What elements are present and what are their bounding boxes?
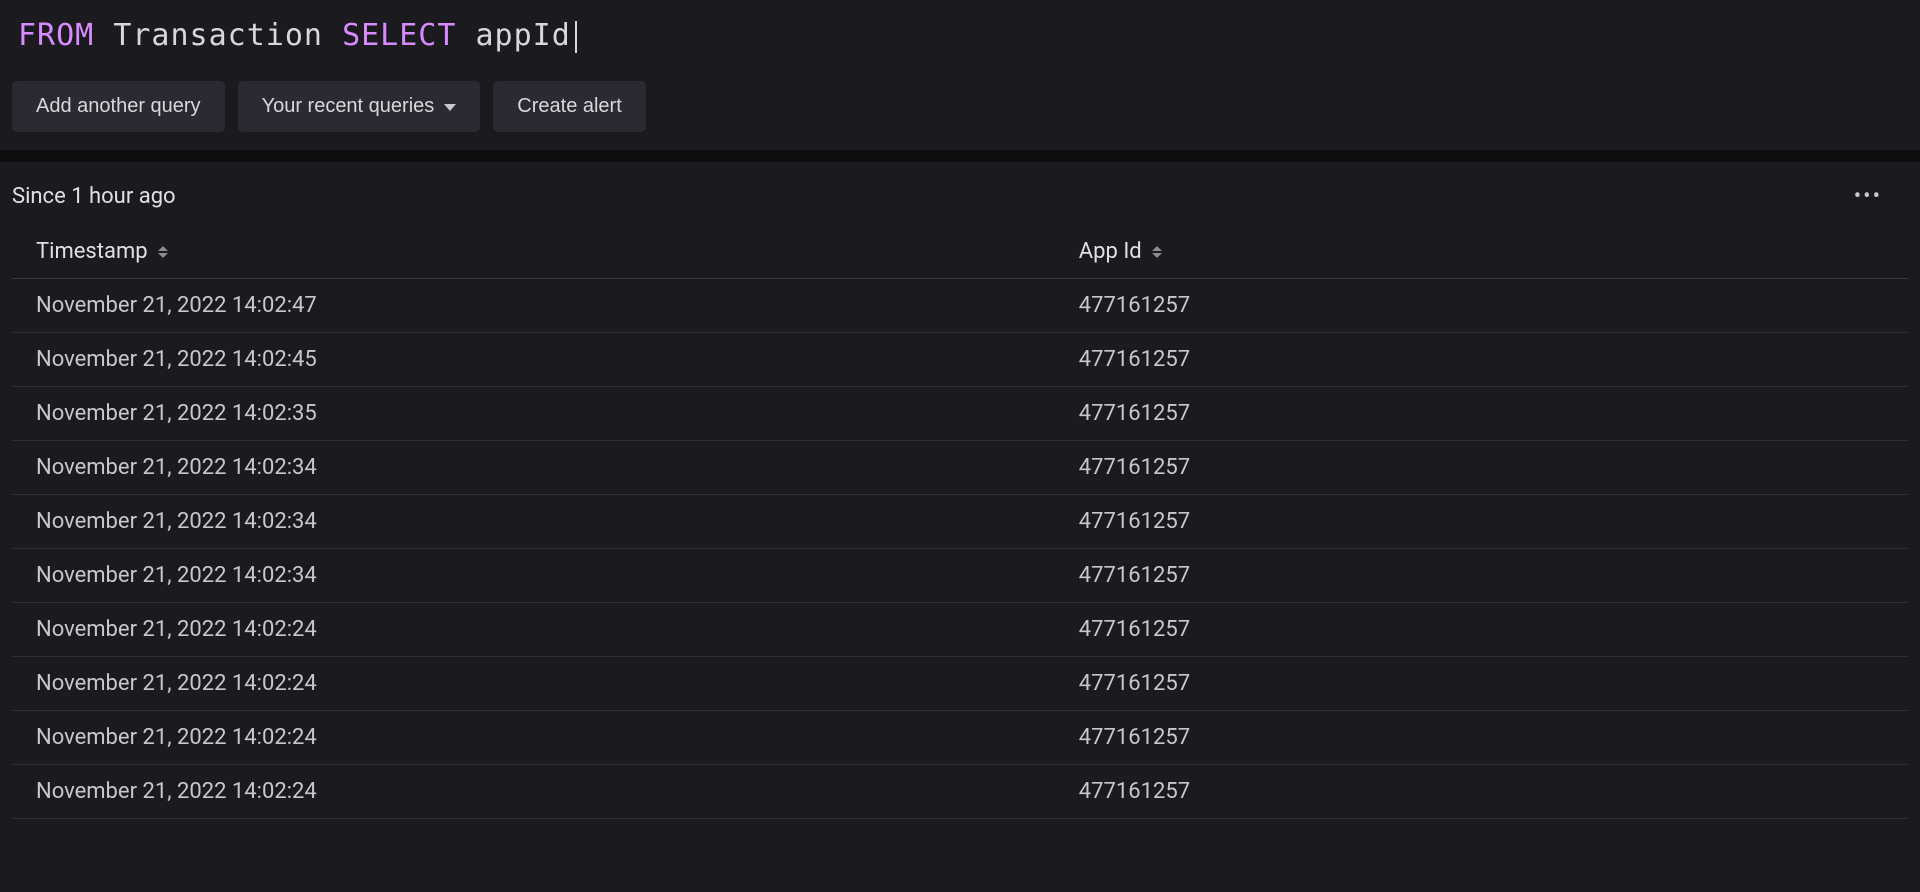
cell-appid: 477161257 — [1055, 549, 1908, 603]
query-keyword-from: FROM — [18, 18, 94, 53]
table-row[interactable]: November 21, 2022 14:02:34477161257 — [12, 441, 1908, 495]
cell-timestamp: November 21, 2022 14:02:24 — [12, 603, 1055, 657]
cell-timestamp: November 21, 2022 14:02:45 — [12, 333, 1055, 387]
table-row[interactable]: November 21, 2022 14:02:47477161257 — [12, 279, 1908, 333]
cell-timestamp: November 21, 2022 14:02:34 — [12, 495, 1055, 549]
query-toolbar: Add another query Your recent queries Cr… — [0, 71, 1920, 150]
recent-queries-button[interactable]: Your recent queries — [238, 81, 481, 132]
sort-icon — [158, 246, 168, 258]
cell-timestamp: November 21, 2022 14:02:24 — [12, 711, 1055, 765]
column-header-appid-label: App Id — [1079, 239, 1142, 264]
cell-timestamp: November 21, 2022 14:02:35 — [12, 387, 1055, 441]
column-header-timestamp-label: Timestamp — [36, 239, 148, 264]
cell-timestamp: November 21, 2022 14:02:34 — [12, 549, 1055, 603]
table-row[interactable]: November 21, 2022 14:02:34477161257 — [12, 495, 1908, 549]
query-keyword-select: SELECT — [342, 18, 456, 53]
query-field: appId — [476, 18, 571, 53]
cell-appid: 477161257 — [1055, 657, 1908, 711]
cell-appid: 477161257 — [1055, 333, 1908, 387]
text-cursor — [575, 21, 577, 53]
cell-appid: 477161257 — [1055, 603, 1908, 657]
cell-appid: 477161257 — [1055, 441, 1908, 495]
results-table: Timestamp App Id November 21, 2022 14:02… — [12, 225, 1908, 819]
cell-timestamp: November 21, 2022 14:02:47 — [12, 279, 1055, 333]
table-row[interactable]: November 21, 2022 14:02:24477161257 — [12, 657, 1908, 711]
sort-icon — [1152, 246, 1162, 258]
table-row[interactable]: November 21, 2022 14:02:24477161257 — [12, 765, 1908, 819]
cell-appid: 477161257 — [1055, 495, 1908, 549]
add-another-query-label: Add another query — [36, 95, 201, 118]
results-tbody: November 21, 2022 14:02:47477161257Novem… — [12, 279, 1908, 819]
table-row[interactable]: November 21, 2022 14:02:24477161257 — [12, 711, 1908, 765]
chevron-down-icon — [444, 104, 456, 111]
cell-appid: 477161257 — [1055, 711, 1908, 765]
since-label[interactable]: Since 1 hour ago — [12, 184, 176, 209]
recent-queries-label: Your recent queries — [262, 95, 435, 118]
table-row[interactable]: November 21, 2022 14:02:34477161257 — [12, 549, 1908, 603]
cell-timestamp: November 21, 2022 14:02:24 — [12, 657, 1055, 711]
table-row[interactable]: November 21, 2022 14:02:35477161257 — [12, 387, 1908, 441]
cell-appid: 477161257 — [1055, 387, 1908, 441]
create-alert-label: Create alert — [517, 95, 622, 118]
results-header: Since 1 hour ago ••• — [0, 162, 1920, 225]
section-divider — [0, 150, 1920, 162]
create-alert-button[interactable]: Create alert — [493, 81, 646, 132]
cell-appid: 477161257 — [1055, 765, 1908, 819]
more-options-icon[interactable]: ••• — [1854, 184, 1902, 209]
column-header-appid[interactable]: App Id — [1055, 225, 1908, 279]
cell-appid: 477161257 — [1055, 279, 1908, 333]
cell-timestamp: November 21, 2022 14:02:34 — [12, 441, 1055, 495]
column-header-timestamp[interactable]: Timestamp — [12, 225, 1055, 279]
table-row[interactable]: November 21, 2022 14:02:24477161257 — [12, 603, 1908, 657]
table-row[interactable]: November 21, 2022 14:02:45477161257 — [12, 333, 1908, 387]
cell-timestamp: November 21, 2022 14:02:24 — [12, 765, 1055, 819]
add-another-query-button[interactable]: Add another query — [12, 81, 225, 132]
query-editor[interactable]: FROM Transaction SELECT appId — [0, 0, 1920, 71]
query-table: Transaction — [113, 18, 323, 53]
